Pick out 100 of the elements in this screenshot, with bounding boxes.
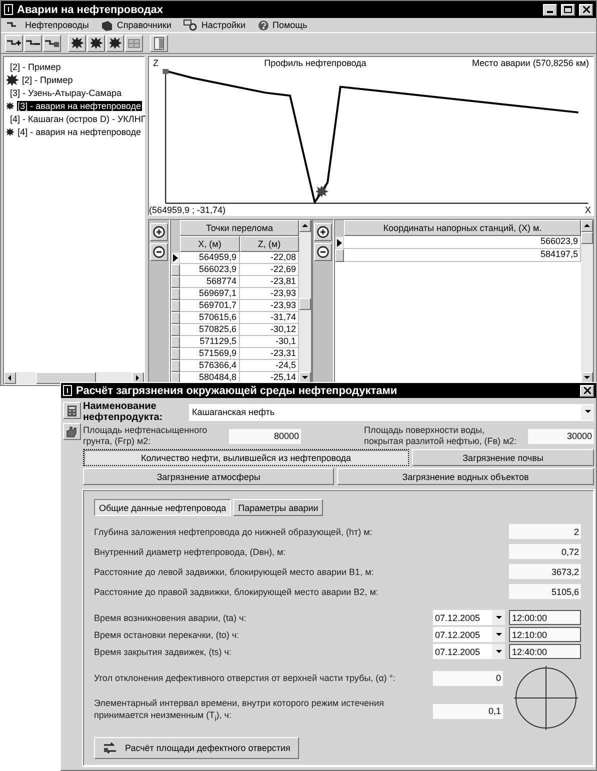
text-field[interactable]: 80000	[229, 428, 301, 444]
toolbar-button[interactable]	[63, 423, 81, 440]
scroll-thumb[interactable]	[299, 298, 311, 310]
menu-item[interactable]: Нефтепроводы	[25, 20, 89, 30]
toolbar-button[interactable]	[5, 34, 23, 52]
window-icon	[63, 385, 72, 396]
date-picker[interactable]: 07.12.2005	[433, 644, 505, 659]
grid-icon	[128, 38, 140, 48]
splash-icon	[6, 126, 15, 138]
text-field[interactable]: 2	[509, 524, 581, 539]
table-cell: 564959,9	[180, 252, 240, 264]
current-row-icon	[173, 254, 178, 262]
accident-icon	[316, 185, 329, 198]
minus-icon	[317, 246, 329, 258]
minimize-button[interactable]	[543, 4, 557, 16]
section-button[interactable]: Загрязнение почвы	[412, 449, 594, 466]
time-field[interactable]: 12:40:00	[509, 644, 581, 659]
scrollbar[interactable]	[4, 372, 144, 384]
calculate-button[interactable]: Расчёт площади дефектного отверстия	[94, 737, 300, 759]
date-picker[interactable]: 07.12.2005	[433, 610, 505, 625]
caret-icon	[494, 630, 502, 638]
maximize-button[interactable]	[561, 4, 575, 16]
close-button[interactable]	[580, 384, 594, 396]
text-field[interactable]: 30000	[528, 428, 594, 444]
field-label: Внутренний диаметр нефтепровода, (Dвн), м:	[94, 546, 287, 558]
text-field[interactable]: 0,72	[509, 544, 581, 559]
tree-item[interactable]: [2] - Пример	[9, 62, 62, 72]
field-label: Наименование нефтепродукта:	[83, 401, 164, 423]
tree-item[interactable]: [3] - Узень-Атырау-Самара	[9, 88, 123, 98]
toolbar-button[interactable]	[63, 402, 81, 419]
table-cell: 576366,4	[180, 360, 240, 372]
window-title: Аварии на нефтепроводах	[17, 4, 164, 16]
splash-icon	[108, 37, 122, 49]
remove-button[interactable]	[150, 243, 168, 261]
section-button[interactable]: Загрязнение водных объектов	[337, 468, 594, 485]
field-label: Угол отклонения дефективного отверстия от верхней части трубы, (α) °:	[94, 672, 396, 684]
hand-icon	[66, 426, 78, 438]
menu-item[interactable]: Помощь	[272, 20, 308, 30]
toolbar-button[interactable]	[68, 34, 86, 52]
menu-item[interactable]: Справочники	[116, 20, 172, 30]
splash-icon	[90, 37, 102, 49]
tree-item[interactable]: [4] - авария на нефтепроводе	[16, 126, 142, 136]
tree-item[interactable]: [2] - Пример	[21, 74, 74, 84]
scroll-up-button[interactable]	[581, 220, 593, 232]
field-label: Площадь нефтенасыщенного грунта, (Fгр) м2:	[83, 425, 208, 447]
text-field[interactable]: 0,1	[433, 704, 503, 719]
toolbar-button[interactable]	[43, 34, 61, 52]
toolbar-button[interactable]	[87, 34, 105, 52]
current-row-icon	[337, 238, 342, 246]
maximize-icon	[564, 6, 572, 13]
time-field[interactable]: 12:00:00	[509, 610, 581, 625]
tab[interactable]: Параметры аварии	[233, 499, 324, 516]
text-field[interactable]: 0	[433, 670, 503, 686]
close-button[interactable]	[579, 4, 593, 16]
section-button[interactable]: Количество нефти, вылившейся из нефтепровода	[83, 449, 409, 466]
tree-item[interactable]: [3] - авария на нефтепроводе	[16, 100, 142, 110]
toolbar-button[interactable]	[106, 34, 124, 52]
tree-item[interactable]: [4] - Кашаган (остров D) - УКЛНГ	[9, 114, 147, 124]
section-button[interactable]: Загрязнение атмосферы	[83, 468, 334, 485]
text-field[interactable]: 3673,2	[509, 564, 581, 579]
table-cell: 571129,5	[180, 336, 240, 348]
scrollbar[interactable]	[581, 220, 593, 384]
minus-icon	[153, 246, 165, 258]
date-picker[interactable]: 07.12.2005	[433, 627, 505, 642]
scroll-left-button[interactable]	[4, 372, 16, 384]
cursor-readout: (564959,9 ; -31,74)	[149, 204, 226, 215]
scroll-up-button[interactable]	[299, 220, 311, 232]
door-icon	[154, 36, 164, 50]
scroll-thumb[interactable]	[581, 232, 593, 244]
window-icon	[4, 4, 13, 15]
plus-icon	[317, 226, 329, 238]
settings-icon	[183, 19, 198, 31]
tab[interactable]: Общие данные нефтепровода	[94, 499, 232, 516]
column-header: Точки перелома	[180, 220, 299, 236]
table-cell: 569701,7	[180, 300, 240, 312]
field-label: Время остановки перекачки, (to) ч:	[94, 628, 240, 640]
field-label: Площадь поверхности воды, покрытая разлитой нефтью, (Fв) м2:	[364, 425, 518, 447]
dialog-title: Расчёт загрязнения окружающей среды нефтепродуктами	[76, 384, 398, 396]
scrollbar[interactable]	[299, 220, 311, 384]
table-cell: 584197,5	[344, 249, 581, 262]
table-cell: 566023,9	[180, 264, 240, 276]
add-button[interactable]	[314, 223, 332, 241]
field-label: Расстояние до правой задвижки, блокирующей место аварии B2, м:	[94, 586, 380, 598]
remove-button[interactable]	[314, 243, 332, 261]
toolbar-button[interactable]	[24, 34, 42, 52]
chart-title: Профиль нефтепровода	[264, 58, 366, 68]
accident-location: Место аварии (570,8256 км)	[472, 58, 589, 68]
close-icon	[584, 387, 590, 394]
time-field[interactable]: 12:10:00	[509, 627, 581, 642]
column-header[interactable]: Z, (м)	[240, 236, 299, 252]
scroll-thumb[interactable]	[36, 372, 96, 384]
text-field[interactable]: 5105,6	[509, 584, 581, 599]
product-dropdown[interactable]: Кашаганская нефть	[189, 404, 594, 420]
pipe-remove-icon	[26, 38, 40, 48]
table-cell: 569697,1	[180, 288, 240, 300]
caret-icon	[583, 222, 591, 230]
column-header[interactable]: X, (м)	[180, 236, 240, 252]
splash-icon	[70, 37, 84, 49]
menu-item[interactable]: Настройки	[201, 20, 246, 30]
add-button[interactable]	[150, 223, 168, 241]
